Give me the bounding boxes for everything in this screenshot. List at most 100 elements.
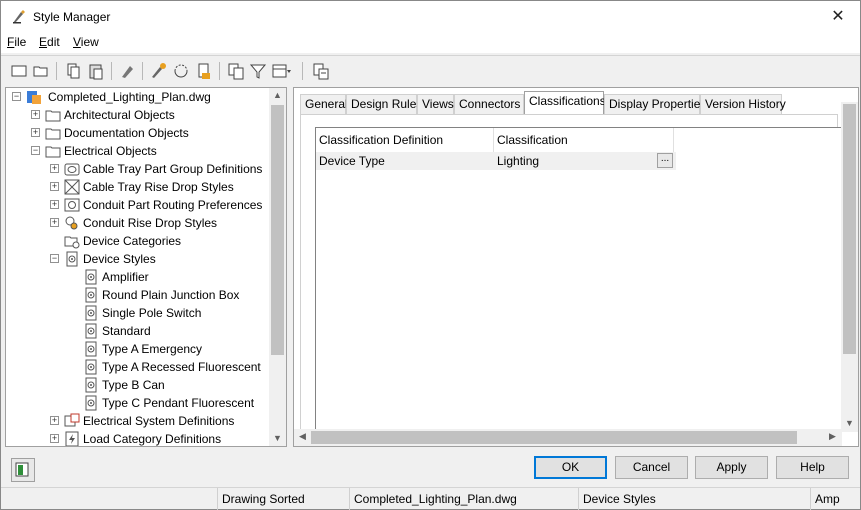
device-style-icon bbox=[85, 377, 97, 393]
tree-scroll-thumb[interactable] bbox=[271, 105, 284, 355]
paste-icon[interactable] bbox=[86, 61, 106, 81]
menu-file[interactable]: File bbox=[7, 35, 26, 49]
panel-horizontal-scrollbar[interactable]: ◀ ▶ bbox=[294, 429, 842, 446]
cancel-button[interactable]: Cancel bbox=[615, 456, 688, 479]
version-icon[interactable] bbox=[194, 61, 214, 81]
scroll-left-icon[interactable]: ◀ bbox=[294, 431, 311, 442]
purge-icon[interactable] bbox=[118, 61, 138, 81]
toolbar bbox=[1, 55, 860, 85]
tree-item-label: Type A Recessed Fluorescent bbox=[102, 360, 261, 374]
synchronize-icon[interactable] bbox=[171, 61, 191, 81]
cable-tray-group-icon bbox=[64, 163, 80, 176]
tree-item-label: Conduit Rise Drop Styles bbox=[83, 216, 218, 230]
tab-connectors[interactable]: Connectors bbox=[454, 94, 524, 114]
expand-icon[interactable]: + bbox=[50, 218, 59, 227]
inquiry-icon[interactable] bbox=[311, 61, 331, 81]
classification-cell[interactable]: Lighting bbox=[494, 152, 539, 170]
scroll-down-icon[interactable]: ▼ bbox=[269, 433, 286, 443]
expand-icon[interactable]: + bbox=[50, 416, 59, 425]
toolbar-separator bbox=[111, 62, 112, 80]
style-manager-window: Style Manager ✕ File Edit View − Complet… bbox=[0, 0, 861, 510]
tab-general[interactable]: General bbox=[300, 94, 348, 114]
rise-drop-icon bbox=[64, 179, 80, 195]
scroll-right-icon[interactable]: ▶ bbox=[824, 431, 841, 442]
routing-pref-icon bbox=[64, 198, 80, 212]
collapse-icon[interactable]: − bbox=[50, 254, 59, 263]
panel-hscroll-thumb[interactable] bbox=[311, 431, 797, 444]
properties-panel: General Design Rules Views Connectors Cl… bbox=[293, 87, 859, 447]
menu-view[interactable]: View bbox=[73, 35, 99, 49]
toggle-drawing-icon[interactable] bbox=[11, 458, 35, 482]
scroll-down-icon[interactable]: ▼ bbox=[841, 418, 858, 428]
panel-vertical-scrollbar[interactable]: ▼ bbox=[841, 102, 858, 432]
tab-design-rules[interactable]: Design Rules bbox=[346, 94, 422, 114]
panel-vscroll-thumb[interactable] bbox=[843, 104, 856, 354]
style-manager-app-icon bbox=[13, 10, 25, 24]
folder-icon bbox=[45, 110, 61, 122]
open-icon[interactable] bbox=[31, 61, 51, 81]
expand-icon[interactable]: + bbox=[31, 128, 40, 137]
folder-icon bbox=[45, 128, 61, 140]
tree-item-label: Device Styles bbox=[83, 252, 156, 266]
tree-item-label: Conduit Part Routing Preferences bbox=[83, 198, 263, 212]
menu-edit[interactable]: Edit bbox=[39, 35, 60, 49]
title-bar: Style Manager ✕ bbox=[1, 1, 860, 33]
tree-item-label: Cable Tray Rise Drop Styles bbox=[83, 180, 234, 194]
tab-classifications[interactable]: Classifications bbox=[524, 91, 606, 115]
column-classification[interactable]: Classification bbox=[494, 128, 674, 152]
toggle-view-icon[interactable] bbox=[226, 61, 246, 81]
menu-bar: File Edit View bbox=[1, 33, 860, 53]
tree-item-label: Documentation Objects bbox=[64, 126, 189, 140]
toolbar-separator bbox=[219, 62, 220, 80]
tab-display-properties[interactable]: Display Properties bbox=[604, 94, 706, 114]
collapse-icon[interactable]: − bbox=[31, 146, 40, 155]
collapse-icon[interactable]: − bbox=[12, 92, 21, 101]
apply-button[interactable]: Apply bbox=[695, 456, 768, 479]
browse-classification-button[interactable]: ... bbox=[657, 153, 673, 168]
tree-item-label: Single Pole Switch bbox=[102, 306, 202, 320]
expand-icon[interactable]: + bbox=[50, 200, 59, 209]
scroll-up-icon[interactable]: ▲ bbox=[269, 90, 286, 100]
drawing-icon bbox=[27, 91, 41, 104]
copy-icon[interactable] bbox=[63, 61, 83, 81]
menu-view-mnemonic: V bbox=[73, 35, 81, 49]
status-category: Device Styles bbox=[578, 488, 810, 510]
grid-header: Classification Definition Classification bbox=[316, 128, 840, 152]
device-style-icon bbox=[85, 287, 97, 303]
help-button[interactable]: Help bbox=[776, 456, 849, 479]
expand-icon[interactable]: + bbox=[50, 164, 59, 173]
tree-item-label: Electrical System Definitions bbox=[83, 414, 235, 428]
toolbar-separator bbox=[142, 62, 143, 80]
tree-item-label: Device Categories bbox=[83, 234, 182, 248]
toolbar-separator bbox=[302, 62, 303, 80]
tree-item-label: Standard bbox=[102, 324, 151, 338]
ok-button[interactable]: OK bbox=[534, 456, 607, 479]
device-style-icon bbox=[85, 323, 97, 339]
expand-icon[interactable]: + bbox=[50, 182, 59, 191]
filter-icon[interactable] bbox=[248, 61, 268, 81]
expand-icon[interactable]: + bbox=[50, 434, 59, 443]
tree-item-label: Type A Emergency bbox=[102, 342, 203, 356]
device-style-icon bbox=[66, 251, 78, 267]
tab-views[interactable]: Views bbox=[417, 94, 454, 114]
folder-icon bbox=[45, 146, 61, 158]
style-tree: − Completed_Lighting_Plan.dwg + Architect… bbox=[5, 87, 287, 447]
device-style-icon bbox=[85, 395, 97, 411]
expand-icon[interactable]: + bbox=[31, 110, 40, 119]
edit-style-icon[interactable] bbox=[149, 61, 169, 81]
device-style-icon bbox=[85, 359, 97, 375]
view-options-icon[interactable] bbox=[271, 61, 291, 81]
table-row[interactable]: Device Type Lighting ... bbox=[316, 152, 676, 170]
new-icon[interactable] bbox=[9, 61, 29, 81]
window-title: Style Manager bbox=[33, 10, 111, 24]
tree-item-label: Type C Pendant Fluorescent bbox=[102, 396, 255, 410]
tab-version-history[interactable]: Version History bbox=[700, 94, 786, 114]
drawing-preview-icon bbox=[15, 462, 29, 477]
status-bar: Drawing Sorted Completed_Lighting_Plan.d… bbox=[1, 487, 860, 510]
column-classification-definition[interactable]: Classification Definition bbox=[316, 128, 494, 152]
tree-item-label: Electrical Objects bbox=[64, 144, 157, 158]
tree-vertical-scrollbar[interactable]: ▲ ▼ bbox=[269, 88, 286, 446]
tree-root-label: Completed_Lighting_Plan.dwg bbox=[48, 90, 211, 104]
close-icon[interactable]: ✕ bbox=[816, 1, 860, 33]
menu-file-label: ile bbox=[14, 35, 27, 49]
